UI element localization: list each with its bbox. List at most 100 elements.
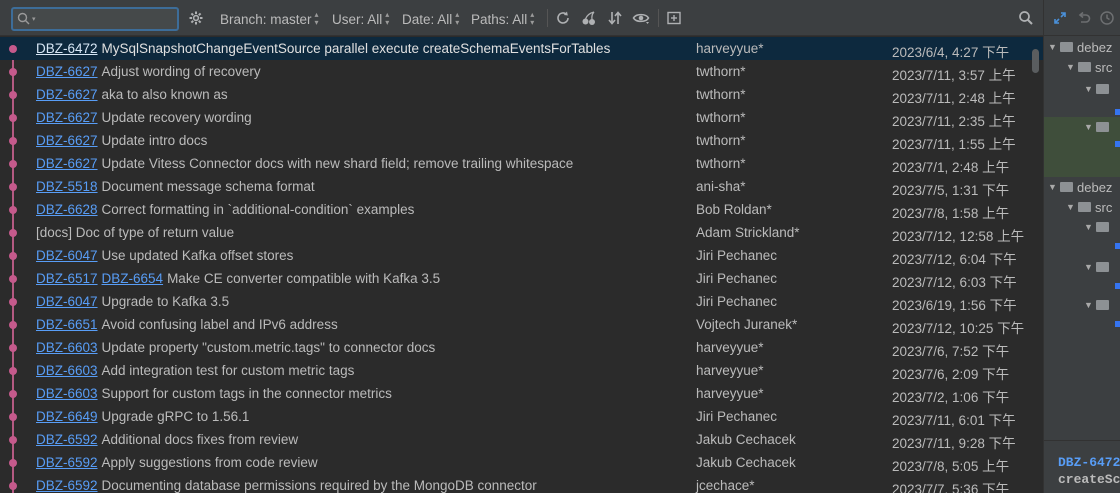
user-filter[interactable]: User: All ▴ ▾ <box>332 11 389 27</box>
issue-link[interactable]: DBZ-6592 <box>36 432 98 447</box>
commit-subject: Avoid confusing label and IPv6 address <box>101 317 338 332</box>
commit-date: 2023/7/12, 10:25 下午 <box>892 321 1025 336</box>
commit-date: 2023/7/2, 1:06 下午 <box>892 390 1010 405</box>
commit-date: 2023/7/11, 9:28 下午 <box>892 436 1016 451</box>
issue-link[interactable]: DBZ-6627 <box>36 110 98 125</box>
issue-link[interactable]: DBZ-5518 <box>36 179 98 194</box>
commit-date: 2023/7/12, 6:04 下午 <box>892 252 1017 267</box>
tree-node-folder[interactable]: ▼ src <box>1066 197 1112 217</box>
changed-file-icon[interactable] <box>1115 283 1120 289</box>
commit-list-scrollbar[interactable] <box>1032 49 1039 73</box>
issue-link[interactable]: DBZ-6628 <box>36 202 98 217</box>
commit-subject: MySqlSnapshotChangeEventSource parallel … <box>101 41 611 56</box>
commit-row[interactable]: DBZ-6517 DBZ-6654 Make CE converter compat… <box>0 267 1043 290</box>
commit-row[interactable]: DBZ-5518 Document message schema format an… <box>0 175 1043 198</box>
commit-subject: Apply suggestions from code review <box>101 455 318 470</box>
issue-link[interactable]: DBZ-6592 <box>36 455 98 470</box>
commit-row[interactable]: DBZ-6603 Update property "custom.metric.t… <box>0 336 1043 359</box>
tree-node-folder[interactable]: ▼ <box>1084 295 1113 315</box>
issue-link[interactable]: DBZ-6651 <box>36 317 98 332</box>
issue-link[interactable]: DBZ-6627 <box>36 87 98 102</box>
commit-row[interactable]: DBZ-6603 Support for custom tags in the c… <box>0 382 1043 405</box>
expand-icon[interactable] <box>1052 10 1068 29</box>
commit-row[interactable]: DBZ-6649 Upgrade gRPC to 1.56.1 Jiri Pecha… <box>0 405 1043 428</box>
tree-node-folder[interactable]: ▼ <box>1084 117 1113 137</box>
commit-row[interactable]: DBZ-6627 Adjust wording of recovery twthor… <box>0 60 1043 83</box>
commit-list[interactable]: DBZ-6472 MySqlSnapshotChangeEventSource p… <box>0 37 1043 493</box>
issue-link[interactable]: DBZ-6047 <box>36 294 98 309</box>
expand-arrow-icon: ▼ <box>1066 202 1075 212</box>
commit-date: 2023/7/6, 7:52 下午 <box>892 344 1010 359</box>
issue-link[interactable]: DBZ-6517 <box>36 271 98 286</box>
commit-row[interactable]: DBZ-6603 Add integration test for custom … <box>0 359 1043 382</box>
commit-row[interactable]: DBZ-6627 Update intro docs twthorn* 2023/7/… <box>0 129 1043 152</box>
issue-link[interactable]: DBZ-6603 <box>36 363 98 378</box>
commit-date: 2023/7/1, 2:48 上午 <box>892 160 1010 175</box>
new-tab-icon[interactable] <box>665 9 683 27</box>
issue-link[interactable]: DBZ-6649 <box>36 409 98 424</box>
issue-link[interactable]: DBZ-6047 <box>36 248 98 263</box>
commit-message: DBZ-6649 Upgrade gRPC to 1.56.1 <box>36 409 686 424</box>
commit-row[interactable]: DBZ-6628 Correct formatting in `additiona… <box>0 198 1043 221</box>
commit-author: harveyyue* <box>696 386 764 401</box>
commit-date: 2023/7/11, 2:35 上午 <box>892 114 1016 129</box>
issue-link[interactable]: DBZ-6592 <box>36 478 98 493</box>
date-filter[interactable]: Date: All ▴ ▾ <box>402 11 459 27</box>
tree-node-folder[interactable]: ▼ src <box>1066 57 1112 77</box>
search-box[interactable]: ▾ <box>11 7 179 31</box>
commit-details-issue[interactable]: DBZ-6472 <box>1058 455 1120 470</box>
commit-date: 2023/6/19, 1:56 下午 <box>892 298 1017 313</box>
gear-icon[interactable] <box>187 9 205 27</box>
commit-date: 2023/7/8, 5:05 上午 <box>892 459 1010 474</box>
commit-row[interactable]: DBZ-6592 Documenting database permissions… <box>0 474 1043 493</box>
commit-author: twthorn* <box>696 156 746 171</box>
tree-node-folder[interactable]: ▼ <box>1084 257 1113 277</box>
commit-author: ani-sha* <box>696 179 746 194</box>
issue-link[interactable]: DBZ-6603 <box>36 386 98 401</box>
issue-link[interactable]: DBZ-6654 <box>102 271 164 286</box>
commit-row[interactable]: DBZ-6472 MySqlSnapshotChangeEventSource p… <box>0 37 1043 60</box>
issue-link[interactable]: DBZ-6627 <box>36 64 98 79</box>
commit-message: DBZ-6627 Adjust wording of recovery <box>36 64 686 79</box>
commit-row[interactable]: DBZ-6627 Update recovery wording twthorn* 2… <box>0 106 1043 129</box>
changed-files-tree[interactable]: ▼ debez ▼ src ▼ ▼ ▼ debez ▼ src ▼ ▼ ▼ <box>1044 37 1120 437</box>
refresh-icon[interactable] <box>554 9 572 27</box>
commit-row[interactable]: DBZ-6047 Use updated Kafka offset stores J… <box>0 244 1043 267</box>
issue-link[interactable]: DBZ-6472 <box>36 41 98 56</box>
issue-link[interactable]: DBZ-6627 <box>36 133 98 148</box>
branch-filter[interactable]: Branch: master ▴ ▾ <box>220 11 319 27</box>
changed-files-panel: ▼ debez ▼ src ▼ ▼ ▼ debez ▼ src ▼ ▼ ▼ DB… <box>1043 0 1120 493</box>
commit-author: Adam Strickland* <box>696 225 800 240</box>
paths-filter[interactable]: Paths: All ▴ ▾ <box>471 11 534 27</box>
issue-link[interactable]: DBZ-6627 <box>36 156 98 171</box>
changed-file-icon[interactable] <box>1115 321 1120 327</box>
commit-row[interactable]: DBZ-6047 Upgrade to Kafka 3.5 Jiri Pechane… <box>0 290 1043 313</box>
tree-node-module[interactable]: ▼ debez <box>1048 177 1112 197</box>
commit-row[interactable]: DBZ-6627 Update Vitess Connector docs wit… <box>0 152 1043 175</box>
find-icon[interactable] <box>1017 9 1035 27</box>
tree-node-module[interactable]: ▼ debez <box>1048 37 1112 57</box>
commit-row[interactable]: DBZ-6592 Apply suggestions from code revi… <box>0 451 1043 474</box>
eye-icon[interactable] <box>632 9 650 27</box>
search-input[interactable] <box>39 11 170 27</box>
commit-author: Bob Roldan* <box>696 202 772 217</box>
changed-file-icon[interactable] <box>1115 243 1120 249</box>
history-icon[interactable] <box>1099 10 1115 29</box>
commit-row[interactable]: DBZ-6651 Avoid confusing label and IPv6 a… <box>0 313 1043 336</box>
commit-author: twthorn* <box>696 110 746 125</box>
changed-file-icon[interactable] <box>1115 109 1120 115</box>
changed-file-icon[interactable] <box>1115 141 1120 147</box>
folder-icon <box>1078 62 1091 72</box>
sort-icon[interactable] <box>606 9 624 27</box>
undo-icon[interactable] <box>1076 10 1092 29</box>
commit-row[interactable]: [docs] Doc of type of return value Adam S… <box>0 221 1043 244</box>
commit-date: 2023/7/6, 2:09 下午 <box>892 367 1010 382</box>
commit-row[interactable]: DBZ-6592 Additional docs fixes from revie… <box>0 428 1043 451</box>
commit-row[interactable]: DBZ-6627 aka to also known as twthorn* 2023… <box>0 83 1043 106</box>
tree-node-folder[interactable]: ▼ <box>1084 79 1113 99</box>
toolbar-separator <box>658 9 659 27</box>
tree-node-folder[interactable]: ▼ <box>1084 217 1113 237</box>
cherry-pick-icon[interactable] <box>580 9 598 27</box>
commit-author: twthorn* <box>696 133 746 148</box>
issue-link[interactable]: DBZ-6603 <box>36 340 98 355</box>
